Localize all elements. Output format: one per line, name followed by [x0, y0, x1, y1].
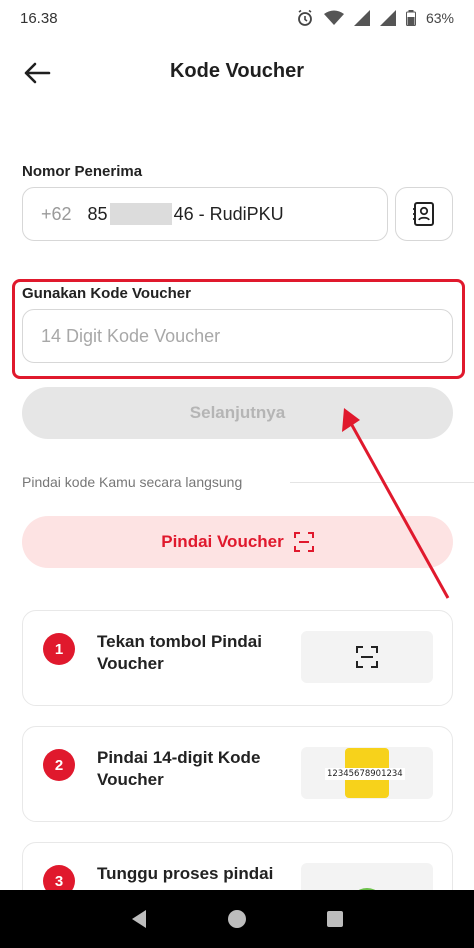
status-time: 16.38	[20, 9, 58, 27]
wifi-icon	[323, 10, 344, 25]
step-text: Pindai 14-digit Kode Voucher	[97, 748, 261, 789]
battery-level: 63%	[425, 10, 454, 26]
voucher-card-image: 12345678901234	[325, 748, 405, 798]
recipient-label: Nomor Penerima	[22, 163, 143, 180]
step-text: Tekan tombol Pindai Voucher	[97, 632, 262, 673]
step-illustration: 12345678901234	[301, 747, 433, 799]
step-illustration	[301, 631, 433, 683]
recents-square-icon[interactable]	[326, 910, 344, 928]
alarm-icon	[298, 9, 312, 26]
scan-button-label: Pindai Voucher	[161, 532, 284, 551]
signal-icon-2	[379, 10, 396, 26]
voucher-label: Gunakan Kode Voucher	[22, 285, 191, 302]
recipient-phone-field[interactable]: +62 85 46 - RudiPKU	[22, 187, 388, 241]
step-card-2: 2 Pindai 14-digit Kode Voucher 123456789…	[22, 726, 453, 822]
signal-icon	[353, 10, 370, 26]
home-circle-icon[interactable]	[227, 909, 247, 929]
next-button-label: Selanjutnya	[189, 403, 286, 422]
sample-voucher-code: 12345678901234	[325, 768, 405, 780]
step-text: Tunggu proses pindai	[97, 864, 274, 883]
phone-number-redaction	[109, 203, 172, 225]
status-bar: 16.38 63%	[0, 0, 474, 36]
status-icons: 63%	[296, 9, 454, 27]
scan-frame-icon	[293, 532, 314, 552]
step-card-1: 1 Tekan tombol Pindai Voucher	[22, 610, 453, 706]
contact-book-icon	[413, 202, 434, 226]
scan-voucher-button[interactable]: Pindai Voucher	[22, 516, 453, 568]
step-number: 2	[43, 749, 75, 781]
phone-number-start: 85	[87, 203, 108, 224]
scan-frame-icon	[356, 646, 378, 668]
scan-hint-text: Pindai kode Kamu secara langsung	[22, 474, 243, 490]
voucher-code-input[interactable]	[22, 309, 453, 363]
contacts-button[interactable]	[395, 187, 453, 241]
country-code: +62	[41, 203, 72, 224]
back-triangle-icon[interactable]	[130, 909, 148, 929]
system-nav-bar	[0, 890, 474, 948]
page-title: Kode Voucher	[169, 60, 305, 82]
divider	[290, 482, 474, 483]
app-header: Kode Voucher	[0, 52, 474, 92]
battery-icon	[405, 10, 416, 26]
step-number: 1	[43, 633, 75, 665]
next-button[interactable]: Selanjutnya	[22, 387, 453, 439]
phone-number-end: 46 - RudiPKU	[173, 203, 284, 224]
